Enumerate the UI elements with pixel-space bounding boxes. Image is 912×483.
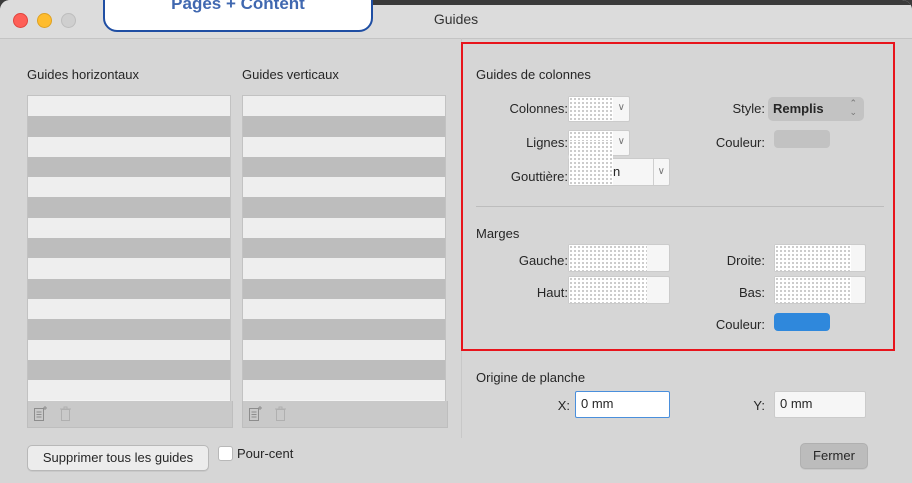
list-item[interactable] (243, 278, 445, 299)
horizontal-guides-label: Guides horizontaux (27, 67, 140, 82)
add-guide-icon[interactable] (34, 406, 47, 422)
trash-icon[interactable] (274, 406, 287, 422)
list-item[interactable] (28, 298, 230, 320)
percent-checkbox-label: Pour-cent (237, 446, 294, 461)
list-item[interactable] (28, 319, 230, 340)
list-item[interactable] (28, 96, 230, 117)
list-item[interactable] (243, 116, 445, 137)
list-item[interactable] (243, 339, 445, 360)
guides-window: Guides Pages + Content Guides horizontau… (0, 0, 912, 483)
origin-x-field[interactable]: 0 mm (575, 391, 670, 418)
horizontal-list-toolbar (27, 401, 233, 428)
origin-y-field[interactable]: 0 mm (774, 391, 866, 418)
list-item[interactable] (28, 156, 230, 178)
list-item[interactable] (28, 136, 230, 157)
trash-icon[interactable] (59, 406, 72, 422)
close-button[interactable]: Fermer (800, 443, 868, 469)
vertical-list-toolbar (242, 401, 448, 428)
background-strip (369, 0, 912, 5)
highlight-box (461, 42, 895, 351)
origin-y-label: Y: (753, 398, 765, 413)
list-item[interactable] (243, 136, 445, 157)
list-item[interactable] (243, 238, 445, 259)
list-item[interactable] (243, 177, 445, 198)
origin-x-label: X: (557, 398, 570, 413)
origin-x-value: 0 mm (581, 396, 614, 411)
list-item[interactable] (28, 339, 230, 360)
add-guide-icon[interactable] (249, 406, 262, 422)
percent-checkbox[interactable] (218, 446, 233, 461)
list-item[interactable] (243, 197, 445, 218)
list-item[interactable] (28, 278, 230, 299)
list-item[interactable] (28, 177, 230, 198)
horizontal-guides-list[interactable] (27, 95, 231, 403)
list-item[interactable] (28, 197, 230, 218)
list-item[interactable] (28, 238, 230, 259)
list-item[interactable] (243, 298, 445, 320)
list-item[interactable] (243, 380, 445, 401)
list-item[interactable] (243, 258, 445, 279)
vertical-guides-label: Guides verticaux (242, 67, 339, 82)
list-item[interactable] (243, 319, 445, 340)
list-item[interactable] (243, 156, 445, 178)
list-item[interactable] (243, 359, 445, 381)
list-item[interactable] (28, 359, 230, 381)
vertical-guides-list[interactable] (242, 95, 446, 403)
callout-text: Pages + Content (171, 0, 305, 13)
origin-y-value: 0 mm (780, 396, 813, 411)
list-item[interactable] (28, 217, 230, 239)
delete-all-guides-button[interactable]: Supprimer tous les guides (27, 445, 209, 471)
list-item[interactable] (28, 116, 230, 137)
origin-title: Origine de planche (476, 370, 586, 385)
callout-label: Pages + Content (103, 0, 373, 32)
list-item[interactable] (28, 258, 230, 279)
list-item[interactable] (243, 96, 445, 117)
list-item[interactable] (28, 380, 230, 401)
list-item[interactable] (243, 217, 445, 239)
